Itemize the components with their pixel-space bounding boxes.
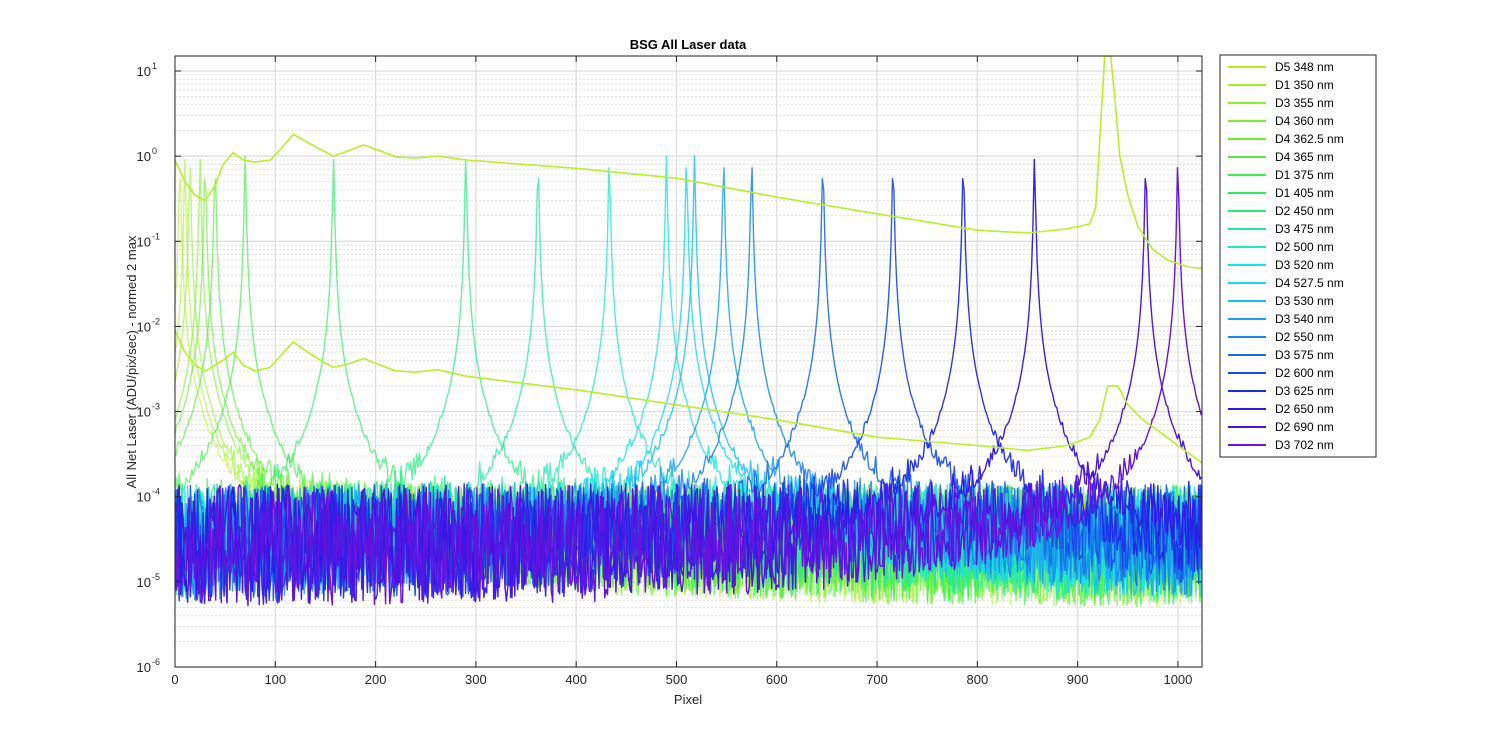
legend-label: D3 355 nm bbox=[1275, 96, 1334, 110]
legend-label: D2 650 nm bbox=[1275, 402, 1334, 416]
x-tick-label: 700 bbox=[866, 672, 888, 687]
x-tick-label: 900 bbox=[1067, 672, 1089, 687]
figure: 0 100 200 300 400 500 600 700 800 900 1000 10 -6 10-… bbox=[0, 0, 1500, 750]
x-tick-label: 300 bbox=[465, 672, 487, 687]
legend-label: D5 348 nm bbox=[1275, 60, 1334, 74]
legend-label: D3 475 nm bbox=[1275, 222, 1334, 236]
y-tick-exponent: -1 bbox=[152, 231, 160, 241]
x-tick-label: 600 bbox=[766, 672, 788, 687]
y-tick-exponent: -4 bbox=[152, 487, 160, 497]
y-tick-exponent: 1 bbox=[152, 61, 157, 71]
legend-label: D4 527.5 nm bbox=[1275, 276, 1344, 290]
y-tick-label: 10 bbox=[137, 64, 151, 79]
legend-label: D2 450 nm bbox=[1275, 204, 1334, 218]
legend-label: D2 600 nm bbox=[1275, 366, 1334, 380]
x-tick-label: 100 bbox=[264, 672, 286, 687]
y-tick-exponent: -6 bbox=[152, 657, 160, 667]
y-tick-exponent: 0 bbox=[152, 146, 157, 156]
legend-label: D1 350 nm bbox=[1275, 78, 1334, 92]
legend-label: D3 530 nm bbox=[1275, 294, 1334, 308]
x-tick-label: 500 bbox=[666, 672, 688, 687]
legend[interactable]: D5 348 nm D1 350 nm D3 355 nm D4 360 nm D4 3… bbox=[1219, 54, 1377, 458]
y-tick-exponent: -5 bbox=[152, 572, 160, 582]
legend-label: D2 550 nm bbox=[1275, 330, 1334, 344]
legend-label: D3 540 nm bbox=[1275, 312, 1334, 326]
y-tick-label: 10 bbox=[137, 490, 151, 505]
legend-label: D4 365 nm bbox=[1275, 150, 1334, 164]
y-axis-label: All Net Laser (ADU/pix/sec) - normed 2 m… bbox=[124, 235, 139, 488]
x-tick-label: 1000 bbox=[1163, 672, 1192, 687]
y-tick-exponent: -2 bbox=[152, 316, 160, 326]
legend-label: D1 375 nm bbox=[1275, 168, 1334, 182]
legend-label: D3 625 nm bbox=[1275, 384, 1334, 398]
laser-spectra-chart: 0 100 200 300 400 500 600 700 800 900 1000 10 -610-… bbox=[0, 0, 1500, 750]
legend-label: D3 702 nm bbox=[1275, 438, 1334, 452]
legend-label: D2 690 nm bbox=[1275, 420, 1334, 434]
legend-label: D3 520 nm bbox=[1275, 258, 1334, 272]
x-axis-label: Pixel bbox=[674, 692, 702, 707]
x-tick-label: 800 bbox=[966, 672, 988, 687]
y-tick-exponent: -3 bbox=[152, 402, 160, 412]
y-tick-label: 10 bbox=[137, 149, 151, 164]
legend-label: D4 360 nm bbox=[1275, 114, 1334, 128]
x-tick-label: 200 bbox=[365, 672, 387, 687]
x-tick-label: 400 bbox=[565, 672, 587, 687]
legend-label: D2 500 nm bbox=[1275, 240, 1334, 254]
y-tick-label: 10 bbox=[137, 575, 151, 590]
x-tick-label: 0 bbox=[171, 672, 178, 687]
legend-label: D3 575 nm bbox=[1275, 348, 1334, 362]
legend-label: D4 362.5 nm bbox=[1275, 132, 1344, 146]
legend-label: D1 405 nm bbox=[1275, 186, 1334, 200]
y-tick-label: 10 bbox=[137, 660, 151, 675]
chart-title: BSG All Laser data bbox=[630, 37, 747, 52]
